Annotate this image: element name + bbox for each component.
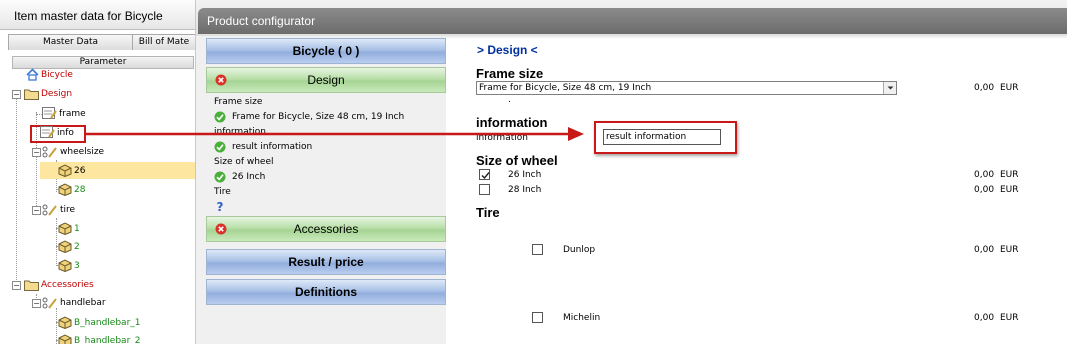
tire-dunlop-price: 0,00 [974, 245, 995, 255]
tire-michelin-currency: EUR [1000, 313, 1019, 323]
tire-michelin-label: Michelin [563, 313, 601, 323]
wheel-28-price: 0,00 [974, 185, 995, 195]
tire-dunlop-label: Dunlop [563, 245, 596, 255]
wheel-28-currency: EUR [1000, 185, 1019, 195]
wheel-28-label: 28 Inch [508, 185, 542, 195]
wheel-26-price: 0,00 [974, 170, 995, 180]
tire-dunlop-currency: EUR [1000, 245, 1019, 255]
check-icon [481, 172, 490, 180]
size-of-wheel-title: Size of wheel [476, 153, 558, 168]
tire-dunlop-checkbox[interactable] [532, 244, 543, 255]
tire-michelin-price: 0,00 [974, 313, 995, 323]
tire-michelin-checkbox[interactable] [532, 312, 543, 323]
wheel-28-checkbox[interactable] [479, 184, 490, 195]
wheel-26-currency: EUR [1000, 170, 1019, 180]
wheel-26-checkbox[interactable] [479, 169, 490, 180]
tire-title: Tire [476, 205, 500, 220]
wheel-26-label: 26 Inch [508, 170, 542, 180]
